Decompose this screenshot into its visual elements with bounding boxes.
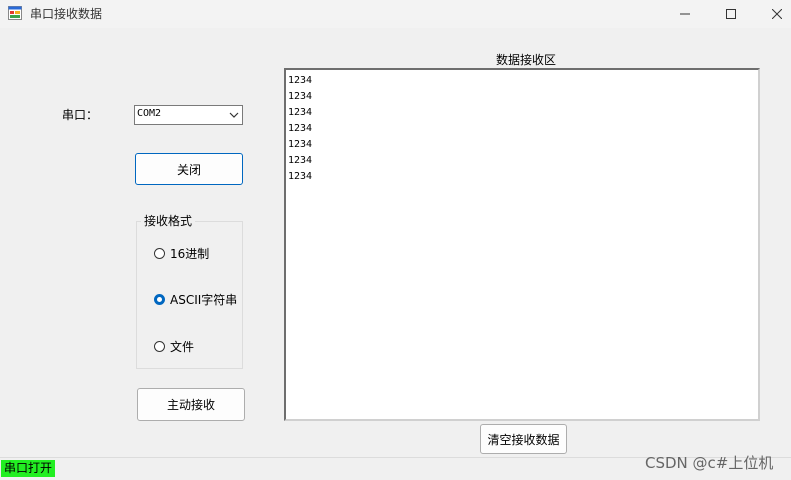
title-bar: 串口接收数据 — [0, 0, 791, 28]
radio-ascii[interactable]: ASCII字符串 — [154, 291, 237, 308]
minimize-icon — [680, 13, 690, 15]
receive-format-legend: 接收格式 — [141, 212, 196, 229]
form-icon — [8, 6, 22, 20]
window-title: 串口接收数据 — [30, 7, 103, 21]
receive-line: 1234 — [288, 123, 313, 134]
maximize-button[interactable] — [708, 0, 754, 28]
radio-button-checked[interactable] — [154, 294, 165, 305]
receive-line: 1234 — [288, 139, 313, 150]
radio-hex[interactable]: 16进制 — [154, 245, 209, 262]
receive-lines: 1234 1234 1234 1234 1234 1234 1234 — [288, 73, 312, 185]
receive-line: 1234 — [288, 75, 313, 86]
port-value: COM2 — [137, 108, 162, 119]
close-port-button[interactable]: 关闭 — [135, 153, 243, 185]
receive-line: 1234 — [288, 107, 313, 118]
radio-ascii-label: ASCII字符串 — [170, 293, 238, 307]
radio-file-label: 文件 — [170, 340, 195, 354]
radio-file[interactable]: 文件 — [154, 338, 194, 355]
chevron-down-icon — [229, 112, 239, 118]
close-button[interactable] — [754, 0, 791, 28]
close-icon — [772, 9, 782, 19]
port-label: 串口： — [62, 108, 99, 122]
minimize-button[interactable] — [662, 0, 708, 28]
radio-button[interactable] — [154, 248, 165, 259]
receive-textbox[interactable]: 1234 1234 1234 1234 1234 1234 1234 — [284, 68, 760, 421]
radio-button[interactable] — [154, 341, 165, 352]
radio-hex-label: 16进制 — [170, 247, 210, 261]
receive-line: 1234 — [288, 91, 313, 102]
active-receive-button[interactable]: 主动接收 — [137, 388, 245, 421]
receive-line: 1234 — [288, 155, 313, 166]
port-select[interactable]: COM2 — [134, 105, 243, 125]
watermark: CSDN @c#上位机 — [645, 454, 774, 472]
receive-area-title: 数据接收区 — [496, 53, 557, 67]
maximize-icon — [726, 9, 736, 19]
status-text: 串口打开 — [1, 460, 56, 477]
clear-receive-button[interactable]: 清空接收数据 — [480, 424, 567, 454]
receive-line: 1234 — [288, 171, 313, 182]
